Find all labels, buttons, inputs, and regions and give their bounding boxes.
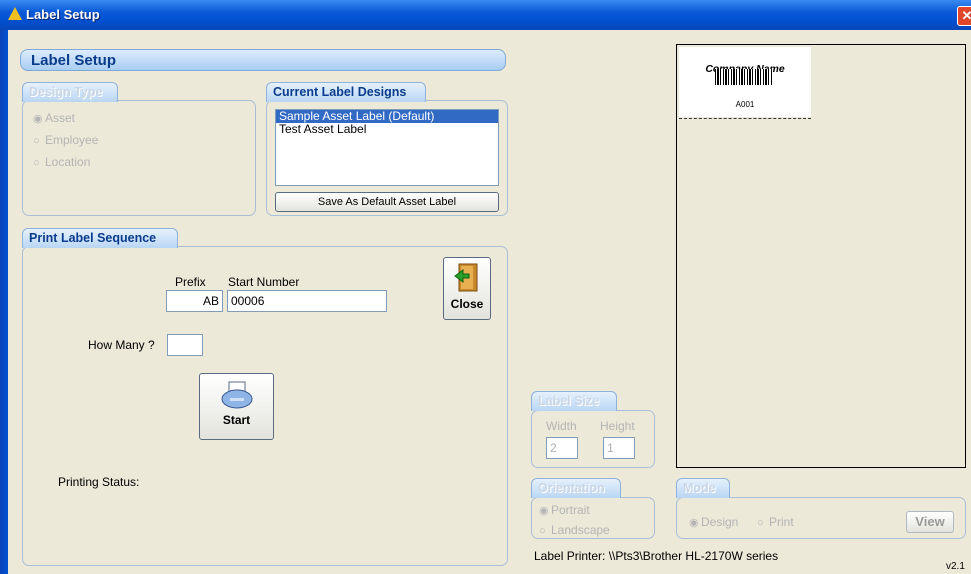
label-size-title: Label Size [531, 391, 617, 411]
mode-title: Mode [676, 478, 730, 498]
preview-code: A001 [735, 100, 755, 109]
view-button[interactable]: View [906, 511, 954, 533]
print-sequence-title: Print Label Sequence [22, 228, 178, 248]
label-preview: Company Name A001 [679, 47, 811, 117]
how-many-field[interactable] [167, 334, 203, 356]
window-close-button[interactable]: ✕ [957, 6, 971, 26]
label-cut-line [679, 118, 811, 119]
current-designs-title: Current Label Designs [266, 82, 426, 102]
radio-print[interactable]: ○ Print [757, 515, 794, 529]
radio-selected-icon: ◉ [539, 505, 549, 517]
radio-empty-icon: ○ [539, 525, 546, 537]
width-label: Width [546, 419, 577, 433]
start-number-field[interactable]: 00006 [227, 290, 387, 312]
design-type-title: Design Type [22, 82, 118, 102]
printer-icon [221, 381, 252, 409]
height-field[interactable]: 1 [603, 437, 635, 459]
label-preview-pane: Company Name A001 [676, 44, 966, 468]
how-many-label: How Many ? [88, 338, 155, 352]
close-button[interactable]: Close [443, 257, 491, 320]
page-title: Label Setup [31, 52, 117, 69]
radio-location[interactable]: ○ Location [33, 155, 90, 169]
radio-selected-icon: ◉ [33, 113, 43, 125]
prefix-field[interactable]: AB [166, 290, 223, 312]
radio-asset[interactable]: ◉ Asset [33, 111, 75, 125]
window-title: Label Setup [26, 7, 100, 22]
start-button[interactable]: Start [199, 373, 274, 440]
window-frame [0, 30, 8, 574]
title-bar: Label Setup [0, 0, 971, 30]
radio-portrait[interactable]: ◉ Portrait [539, 503, 590, 517]
start-label: Start [222, 413, 251, 427]
prefix-label: Prefix [175, 275, 206, 289]
list-item[interactable]: Test Asset Label [276, 123, 498, 136]
app-icon [8, 7, 22, 20]
orientation-title: Orientation [531, 478, 621, 498]
radio-selected-icon: ◉ [689, 517, 699, 529]
radio-empty-icon: ○ [757, 517, 764, 529]
radio-design[interactable]: ◉ Design [689, 515, 738, 529]
height-label: Height [600, 419, 635, 433]
radio-empty-icon: ○ [33, 157, 40, 169]
section-header: Label Setup [20, 49, 506, 71]
start-number-label: Start Number [228, 275, 300, 289]
close-label: Close [450, 297, 484, 311]
printer-status: Label Printer: \\Pts3\Brother HL-2170W s… [534, 549, 779, 563]
save-default-button[interactable]: Save As Default Asset Label [275, 192, 499, 212]
label-designs-list[interactable]: Sample Asset Label (Default) Test Asset … [275, 109, 499, 186]
door-exit-icon [454, 263, 478, 292]
radio-landscape[interactable]: ○ Landscape [539, 523, 610, 537]
width-field[interactable]: 2 [546, 437, 578, 459]
version-label: v2.1 [946, 561, 965, 572]
radio-empty-icon: ○ [33, 135, 40, 147]
barcode-icon [715, 69, 773, 85]
radio-employee[interactable]: ○ Employee [33, 133, 98, 147]
printing-status-label: Printing Status: [58, 475, 140, 489]
